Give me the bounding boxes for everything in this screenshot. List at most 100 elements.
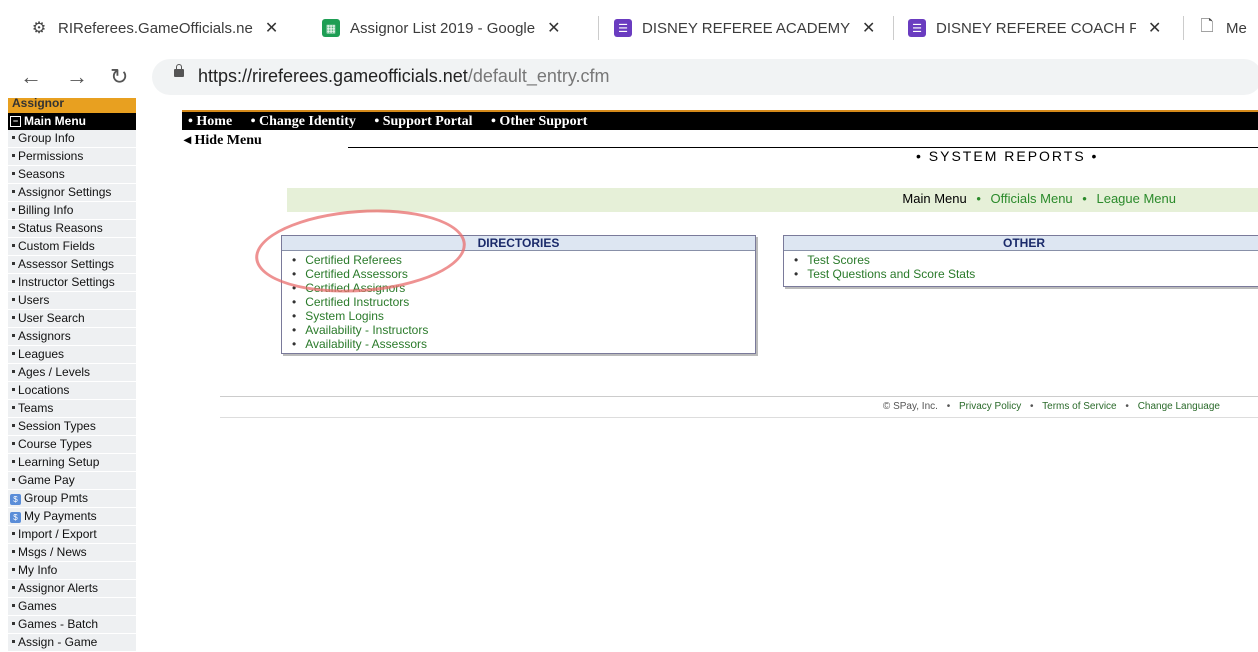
sidebar-item-seasons[interactable]: Seasons	[8, 166, 136, 184]
divider	[348, 147, 1258, 148]
directories-link-certified-instructors[interactable]: Certified Instructors	[292, 295, 755, 309]
sidebar-item-label: Status Reasons	[18, 221, 103, 235]
sidebar-item-group-info[interactable]: Group Info	[8, 130, 136, 148]
sidebar-item-users[interactable]: Users	[8, 292, 136, 310]
sidebar-item-games[interactable]: Games	[8, 598, 136, 616]
bullet-icon	[12, 586, 15, 590]
sidebar-item-assign-game[interactable]: Assign - Game	[8, 634, 136, 652]
sidebar-item-assignor-alerts[interactable]: Assignor Alerts	[8, 580, 136, 598]
bullet-icon: •	[1030, 401, 1034, 412]
directories-link-system-logins[interactable]: System Logins	[292, 309, 755, 323]
footer-terms-link[interactable]: Terms of Service	[1042, 401, 1116, 412]
footer-privacy-link[interactable]: Privacy Policy	[959, 401, 1021, 412]
bullet-icon	[12, 298, 15, 302]
sidebar-item-custom-fields[interactable]: Custom Fields	[8, 238, 136, 256]
sidebar-item-msgs-news[interactable]: Msgs / News	[8, 544, 136, 562]
bullet-icon	[12, 262, 15, 266]
sidebar-item-label: Ages / Levels	[18, 365, 91, 379]
sidebar-item-label: Users	[18, 293, 50, 307]
menu-support-portal[interactable]: • Support Portal	[374, 114, 472, 129]
sub-menu-league[interactable]: League Menu	[1096, 191, 1176, 206]
sidebar-item-label: Import / Export	[18, 527, 97, 541]
sidebar-item-my-info[interactable]: My Info	[8, 562, 136, 580]
sidebar-item-leagues[interactable]: Leagues	[8, 346, 136, 364]
sidebar-item-learning-setup[interactable]: Learning Setup	[8, 454, 136, 472]
bullet-icon	[12, 406, 15, 410]
tab-rireferees[interactable]: ⚙ RIReferees.GameOfficials.ne ✕	[30, 10, 300, 46]
sidebar-item-label: Locations	[18, 383, 70, 397]
sub-menu-officials[interactable]: Officials Menu	[991, 191, 1073, 206]
bullet-icon	[12, 604, 15, 608]
directories-link-availability-assessors[interactable]: Availability - Assessors	[292, 337, 755, 351]
tab-assignor-list[interactable]: ▦ Assignor List 2019 - Google ✕	[322, 10, 584, 46]
sidebar-item-permissions[interactable]: Permissions	[8, 148, 136, 166]
address-bar: ← → ↻ https://rireferees.gameofficials.n…	[0, 58, 1258, 98]
bullet-icon: •	[946, 401, 951, 412]
sidebar-item-teams[interactable]: Teams	[8, 400, 136, 418]
sidebar-item-label: Custom Fields	[18, 239, 95, 253]
back-arrow-icon[interactable]: ←	[20, 64, 42, 90]
sidebar-item-course-types[interactable]: Course Types	[8, 436, 136, 454]
sidebar-item-group-pmts[interactable]: $ Group Pmts	[8, 490, 136, 508]
tab-me[interactable]: 🗋 Me	[1198, 10, 1258, 46]
menu-home[interactable]: • Home	[188, 114, 232, 129]
close-icon[interactable]: ✕	[862, 18, 875, 38]
close-icon[interactable]: ✕	[265, 18, 278, 38]
other-link-test-scores[interactable]: Test Scores	[794, 253, 1258, 267]
sidebar-item-import-export[interactable]: Import / Export	[8, 526, 136, 544]
sidebar-item-label: User Search	[18, 311, 85, 325]
sidebar-item-assessor-settings[interactable]: Assessor Settings	[8, 256, 136, 274]
bullet-icon	[12, 352, 15, 356]
tab-title: RIReferees.GameOfficials.ne	[58, 19, 253, 37]
lock-icon	[174, 64, 184, 77]
bullet-icon: •	[976, 191, 981, 206]
sidebar-item-label: Group Info	[18, 131, 75, 145]
sidebar-item-user-search[interactable]: User Search	[8, 310, 136, 328]
main-menu-label: Main Menu	[24, 114, 86, 128]
sidebar-item-label: My Info	[18, 563, 58, 577]
sidebar: Assignor − Main Menu Group Info Permission…	[8, 98, 136, 652]
payment-icon: $	[10, 512, 21, 523]
other-list: Test ScoresTest Questions and Score Stat…	[784, 251, 1258, 281]
sidebar-item-instructor-settings[interactable]: Instructor Settings	[8, 274, 136, 292]
hide-menu-link[interactable]: ◂ Hide Menu	[184, 132, 262, 149]
sidebar-item-my-payments[interactable]: $ My Payments	[8, 508, 136, 526]
sidebar-item-games-batch[interactable]: Games - Batch	[8, 616, 136, 634]
directories-link-availability-instructors[interactable]: Availability - Instructors	[292, 323, 755, 337]
sidebar-item-label: Games - Batch	[18, 617, 99, 631]
forward-arrow-icon[interactable]: →	[66, 64, 88, 90]
sidebar-item-session-types[interactable]: Session Types	[8, 418, 136, 436]
tab-disney-academy[interactable]: ☰ DISNEY REFEREE ACADEMY ✕	[614, 10, 884, 46]
sub-menu: Main Menu • Officials Menu • League Menu	[287, 188, 1258, 212]
sidebar-item-label: Assessor Settings	[18, 257, 115, 271]
url-field[interactable]: https://rireferees.gameofficials.net/def…	[152, 59, 1258, 95]
footer-language-link[interactable]: Change Language	[1138, 401, 1220, 412]
tab-disney-coach[interactable]: ☰ DISNEY REFEREE COACH FE ✕	[908, 10, 1170, 46]
collapse-icon[interactable]: −	[10, 116, 21, 127]
sidebar-item-assignors[interactable]: Assignors	[8, 328, 136, 346]
menu-change-identity[interactable]: • Change Identity	[251, 114, 356, 129]
sidebar-item-assignor-settings[interactable]: Assignor Settings	[8, 184, 136, 202]
sidebar-item-game-pay[interactable]: Game Pay	[8, 472, 136, 490]
bullet-icon	[12, 424, 15, 428]
sidebar-item-label: Billing Info	[18, 203, 74, 217]
close-icon[interactable]: ✕	[1148, 18, 1161, 38]
sidebar-item-label: Teams	[18, 401, 54, 415]
sidebar-item-billing-info[interactable]: Billing Info	[8, 202, 136, 220]
close-icon[interactable]: ✕	[547, 18, 560, 38]
footer-copyright: © SPay, Inc.	[882, 401, 938, 412]
bullet-icon	[12, 244, 15, 248]
sidebar-item-label: Assignors	[18, 329, 71, 343]
reload-icon[interactable]: ↻	[110, 64, 128, 90]
menu-other-support[interactable]: • Other Support	[491, 114, 587, 129]
page-icon: 🗋	[1200, 17, 1214, 35]
main-menu-header[interactable]: − Main Menu	[8, 113, 136, 130]
sidebar-item-ages-levels[interactable]: Ages / Levels	[8, 364, 136, 382]
assignor-header[interactable]: Assignor	[8, 98, 136, 113]
footer-text: © SPay, Inc. • Privacy Policy • Terms of…	[883, 401, 1220, 412]
bullet-icon	[12, 568, 15, 572]
sidebar-item-status-reasons[interactable]: Status Reasons	[8, 220, 136, 238]
other-link-test-questions-and-score-stats[interactable]: Test Questions and Score Stats	[794, 267, 1258, 281]
sidebar-item-label: Assignor Alerts	[18, 581, 99, 595]
sidebar-item-locations[interactable]: Locations	[8, 382, 136, 400]
